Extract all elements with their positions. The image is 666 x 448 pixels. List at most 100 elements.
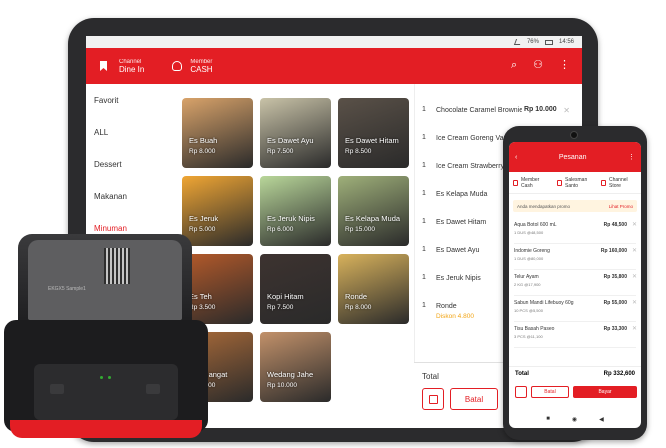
category-item[interactable]: Dessert: [86, 148, 178, 180]
member-icon: [513, 179, 518, 186]
phone-title: Pesanan: [558, 153, 587, 161]
order-qty: 1: [422, 246, 426, 253]
phone-item-name: Sabun Mandi Lifebuoy 60g: [514, 300, 574, 306]
system-nav-bar: ■ ◉ ◀: [509, 410, 641, 428]
remove-item-icon[interactable]: ✕: [632, 247, 637, 254]
phone-total-value: Rp 332,600: [603, 370, 635, 377]
order-qty: 1: [422, 162, 426, 169]
category-item[interactable]: Makanan: [86, 180, 178, 212]
phone-header: ‹ Pesanan ⋮: [509, 142, 641, 172]
cancel-button[interactable]: Batal: [450, 388, 498, 410]
app-header: Channel Dine In Member CASH ⌕ ⚇ ⋮: [86, 48, 582, 84]
save-order-button[interactable]: [422, 388, 444, 410]
phone-order-row[interactable]: Tisu Basah Paseo 3 PCS @11,100 Rp 33,300 ✕: [509, 322, 641, 348]
order-item-name: Chocolate Caramel Brownies: [436, 107, 522, 114]
channel-selector[interactable]: Channel Dine In: [119, 59, 144, 74]
member-selector[interactable]: Member CASH: [190, 59, 212, 74]
phone-item-name: Telur Ayam: [514, 274, 539, 280]
product-tile[interactable]: Es Buah Rp 8.000: [182, 98, 253, 168]
product-tile[interactable]: Es Dawet Ayu Rp 7.500: [260, 98, 331, 168]
member-caption: Member: [521, 176, 540, 183]
phone-order-list: Aqua Botol 600 mL 1 DUS @48,500 Rp 48,500 ✕…: [509, 218, 641, 348]
salesman-value: Santo: [565, 182, 579, 189]
bookmark-icon[interactable]: [100, 61, 107, 71]
product-name: Wedang Jahe: [267, 370, 314, 379]
feed-button[interactable]: [146, 384, 160, 394]
divider: [414, 84, 415, 362]
member-field[interactable]: Member Cash: [509, 177, 553, 189]
power-button[interactable]: [50, 384, 64, 394]
phone-order-row[interactable]: Aqua Botol 600 mL 1 DUS @48,500 Rp 48,500 ✕: [509, 218, 641, 244]
product-price: Rp 6.000: [267, 226, 294, 233]
product-name: Es Jeruk Nipis: [267, 214, 315, 223]
remove-item-icon[interactable]: ✕: [632, 325, 637, 332]
product-tile[interactable]: Es Jeruk Nipis Rp 6.000: [260, 176, 331, 246]
salesman-field[interactable]: Salesman Santo: [553, 177, 597, 189]
home-icon[interactable]: ◉: [572, 416, 577, 423]
phone-item-detail: 1 DUS @80,000: [514, 256, 544, 261]
phone-item-name: Tisu Basah Paseo: [514, 326, 555, 332]
member-value: Cash: [521, 182, 533, 189]
header-actions: ⌕ ⚇ ⋮: [511, 60, 570, 71]
phone-item-detail: 10 PCS @5,500: [514, 308, 543, 313]
category-item[interactable]: Favorit: [86, 84, 178, 116]
save-icon: [428, 394, 438, 404]
phone-actions: Batal Bayar: [515, 386, 637, 398]
phone-order-row[interactable]: Telur Ayam 2 KG @17,900 Rp 35,800 ✕: [509, 270, 641, 296]
more-menu-icon[interactable]: ⋮: [628, 153, 635, 161]
customers-icon[interactable]: ⚇: [533, 60, 543, 71]
category-item[interactable]: ALL: [86, 116, 178, 148]
remove-item-icon[interactable]: ✕: [563, 106, 570, 115]
phone-screen: ‹ Pesanan ⋮ Member Cash Salesman Santo Cha…: [509, 142, 641, 428]
phone-item-price: Rp 48,500: [603, 222, 627, 228]
cancel-button[interactable]: Batal: [531, 386, 569, 398]
product-tile[interactable]: Wedang Jahe Rp 10.000: [260, 332, 331, 402]
channel-value: Store: [609, 182, 621, 189]
printer-bumper: [10, 420, 202, 438]
remove-item-icon[interactable]: ✕: [632, 273, 637, 280]
order-item-price: Rp 10.000: [524, 106, 557, 113]
channel-caption: Channel: [609, 176, 628, 183]
more-menu-icon[interactable]: ⋮: [559, 60, 570, 71]
product-tile[interactable]: Es Dawet Hitam Rp 8.500: [338, 98, 409, 168]
salesman-icon: [557, 179, 562, 186]
phone-order-row[interactable]: Indomie Goreng 1 DUS @80,000 Rp 160,000 ✕: [509, 244, 641, 270]
phone-item-price: Rp 33,300: [603, 326, 627, 332]
status-led: [108, 376, 111, 379]
search-icon[interactable]: ⌕: [511, 60, 517, 71]
order-qty: 1: [422, 218, 426, 225]
product-tile[interactable]: Kopi Hitam Rp 7.500: [260, 254, 331, 324]
status-bar: 76% 14:56: [86, 36, 582, 48]
back-nav-icon[interactable]: ◀: [599, 416, 604, 423]
promo-link[interactable]: Lihat Promo: [609, 204, 633, 209]
printer-label: EKGX5 Sample1: [48, 286, 86, 292]
front-camera: [570, 131, 578, 139]
order-qty: 1: [422, 274, 426, 281]
member-value: CASH: [190, 64, 213, 74]
order-info-bar: Member Cash Salesman Santo Channel Store: [509, 172, 641, 194]
phone-item-name: Aqua Botol 600 mL: [514, 222, 557, 228]
phone-order-row[interactable]: Sabun Mandi Lifebuoy 60g 10 PCS @5,500 Rp …: [509, 296, 641, 322]
phone-item-detail: 1 DUS @48,500: [514, 230, 544, 235]
remove-item-icon[interactable]: ✕: [632, 221, 637, 228]
pay-button[interactable]: Bayar: [573, 386, 637, 398]
product-tile[interactable]: Es Kelapa Muda Rp 15.000: [338, 176, 409, 246]
product-price: Rp 7.500: [267, 304, 294, 311]
salesman-caption: Salesman: [565, 176, 588, 183]
phone-item-detail: 2 KG @17,900: [514, 282, 541, 287]
order-qty: 1: [422, 106, 426, 113]
save-order-button[interactable]: [515, 386, 527, 398]
remove-item-icon[interactable]: ✕: [632, 299, 637, 306]
phone-total-label: Total: [515, 370, 529, 377]
paper-window: EKGX5 Sample1: [28, 240, 182, 320]
product-tile[interactable]: Ronde Rp 8.000: [338, 254, 409, 324]
recents-icon[interactable]: ■: [546, 416, 550, 422]
category-list: Favorit ALL Dessert Makanan Minuman: [86, 84, 178, 244]
phone-item-price: Rp 160,000: [600, 248, 627, 254]
order-qty: 1: [422, 134, 426, 141]
phone-item-price: Rp 35,800: [603, 274, 627, 280]
product-price: Rp 8.000: [345, 304, 372, 311]
channel-field[interactable]: Channel Store: [597, 177, 641, 189]
phone-item-detail: 3 PCS @11,100: [514, 334, 543, 339]
product-name: Es Buah: [189, 136, 218, 145]
